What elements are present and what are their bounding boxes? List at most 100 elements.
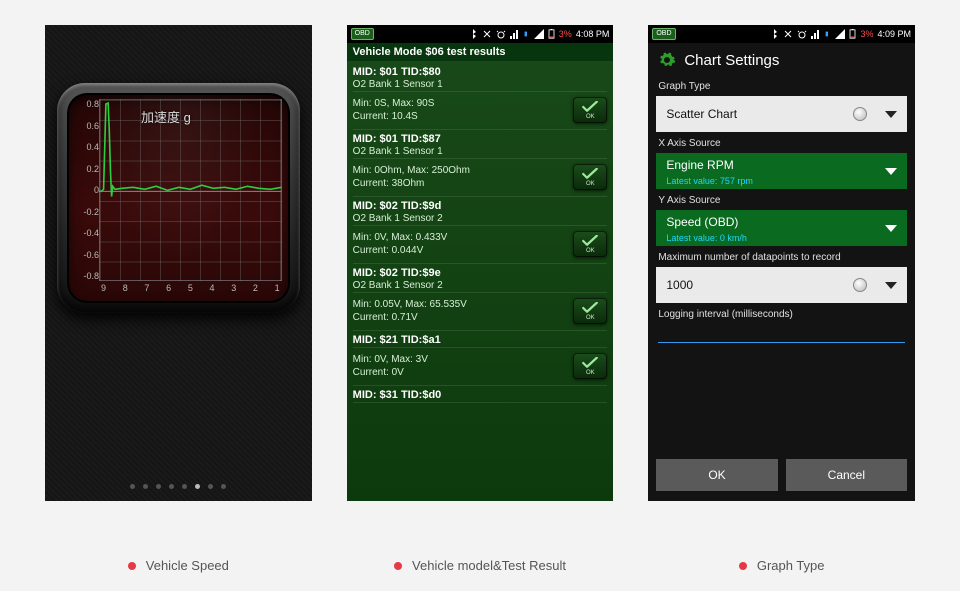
phone-3-chart-settings: OBD 3% 4:09 PM Chart Settings Graph Type…	[648, 25, 915, 501]
test-header[interactable]: MID: $21 TID:$a1	[353, 331, 608, 348]
y-tick: 0.2	[73, 164, 99, 174]
y-axis-spinner[interactable]: Speed (OBD) Latest value: 0 km/h	[656, 210, 907, 246]
y-tick: 0.4	[73, 142, 99, 152]
y-tick: -0.2	[73, 207, 99, 217]
ok-label: OK	[586, 181, 595, 187]
clock: 4:08 PM	[576, 29, 610, 39]
test-result-row[interactable]: Min: 0S, Max: 90SCurrent: 10.4SOK	[353, 92, 608, 130]
test-mid-tid: MID: $02 TID:$9d	[353, 200, 608, 212]
bullet-icon	[739, 562, 747, 570]
pager-dot[interactable]	[182, 484, 187, 489]
caption-phone-1: Vehicle Speed	[45, 558, 312, 573]
section-label-x-axis: X Axis Source	[648, 134, 915, 151]
test-current: Current: 38Ohm	[353, 177, 470, 190]
test-header[interactable]: MID: $01 TID:$87O2 Bank 1 Sensor 1	[353, 130, 608, 159]
test-header[interactable]: MID: $02 TID:$9dO2 Bank 1 Sensor 2	[353, 197, 608, 226]
pager-dot[interactable]	[169, 484, 174, 489]
y-tick: -0.4	[73, 228, 99, 238]
ok-label: OK	[586, 114, 595, 120]
alarm-icon	[496, 29, 506, 39]
check-icon	[581, 168, 599, 180]
caption-text: Graph Type	[757, 558, 825, 573]
test-header[interactable]: MID: $31 TID:$d0	[353, 386, 608, 403]
y-axis-latest: Latest value: 0 km/h	[666, 233, 747, 243]
test-mid-tid: MID: $01 TID:$80	[353, 66, 608, 78]
pager-dot[interactable]	[143, 484, 148, 489]
gauge-panel: 加速度 g 0.8 0.6 0.4 0.2 0 -0.2 -0.4 -0.6 -…	[67, 93, 290, 303]
test-result-row[interactable]: Min: 0V, Max: 3VCurrent: 0VOK	[353, 348, 608, 386]
caption-phone-2: Vehicle model&Test Result	[347, 558, 614, 573]
section-label-interval: Logging interval (milliseconds)	[648, 305, 915, 322]
test-subtitle: O2 Bank 1 Sensor 1	[353, 146, 608, 157]
section-label-graph-type: Graph Type	[648, 77, 915, 94]
battery-percent: 3%	[559, 29, 572, 39]
page-indicator[interactable]	[45, 484, 312, 489]
cancel-button[interactable]: Cancel	[786, 459, 907, 491]
test-header[interactable]: MID: $01 TID:$80O2 Bank 1 Sensor 1	[353, 63, 608, 92]
test-current: Current: 0.044V	[353, 244, 448, 257]
chevron-down-icon	[885, 282, 897, 289]
phone-1-vehicle-speed: 加速度 g 0.8 0.6 0.4 0.2 0 -0.2 -0.4 -0.6 -…	[45, 25, 312, 501]
pager-dot[interactable]	[195, 484, 200, 489]
obd-badge-icon: OBD	[351, 28, 374, 40]
ok-button[interactable]: OK	[656, 459, 777, 491]
battery-icon	[548, 29, 555, 39]
pager-dot[interactable]	[156, 484, 161, 489]
ok-badge: OK	[573, 97, 607, 123]
vibrate-icon	[482, 29, 492, 39]
bullet-icon	[394, 562, 402, 570]
ok-badge: OK	[573, 353, 607, 379]
pager-dot[interactable]	[208, 484, 213, 489]
x-tick: 8	[123, 283, 128, 297]
bullet-icon	[128, 562, 136, 570]
test-result-row[interactable]: Min: 0.05V, Max: 65.535VCurrent: 0.71VOK	[353, 293, 608, 331]
test-results-list[interactable]: MID: $01 TID:$80O2 Bank 1 Sensor 1Min: 0…	[347, 61, 614, 403]
y-axis-ticks: 0.8 0.6 0.4 0.2 0 -0.2 -0.4 -0.6 -0.8	[73, 99, 99, 281]
status-bar: OBD 3% 4:09 PM	[648, 25, 915, 43]
signal-icon	[510, 29, 520, 39]
ok-label: OK	[586, 248, 595, 254]
check-icon	[581, 357, 599, 369]
test-range: Min: 0S, Max: 90S	[353, 97, 435, 110]
check-icon	[581, 302, 599, 314]
chevron-down-icon	[885, 168, 897, 175]
battery-percent: 3%	[860, 29, 873, 39]
test-range: Min: 0V, Max: 0.433V	[353, 231, 448, 244]
max-points-value: 1000	[666, 278, 853, 292]
cell-icon	[534, 29, 544, 39]
test-subtitle: O2 Bank 1 Sensor 1	[353, 79, 608, 90]
captions-row: Vehicle Speed Vehicle model&Test Result …	[0, 558, 960, 573]
obd-badge-icon: OBD	[652, 28, 675, 40]
interval-input[interactable]	[658, 322, 905, 343]
check-icon	[581, 235, 599, 247]
test-subtitle: O2 Bank 1 Sensor 2	[353, 213, 608, 224]
test-header[interactable]: MID: $02 TID:$9eO2 Bank 1 Sensor 2	[353, 264, 608, 293]
vibrate-icon	[783, 29, 793, 39]
caption-text: Vehicle model&Test Result	[412, 558, 566, 573]
y-axis-value: Speed (OBD)	[666, 215, 885, 229]
test-result-row[interactable]: Min: 0V, Max: 0.433VCurrent: 0.044V OK	[353, 226, 608, 264]
screen-title: Vehicle Mode $06 test results	[347, 43, 614, 61]
x-tick: 5	[188, 283, 193, 297]
data-icon	[524, 29, 530, 39]
status-bar: OBD 3% 4:08 PM	[347, 25, 614, 43]
x-axis-ticks: 9 8 7 6 5 4 3 2 1	[101, 283, 280, 297]
section-label-y-axis: Y Axis Source	[648, 191, 915, 208]
y-tick: -0.8	[73, 271, 99, 281]
test-current: Current: 0.71V	[353, 311, 467, 324]
alarm-icon	[797, 29, 807, 39]
test-result-row[interactable]: Min: 0Ohm, Max: 250OhmCurrent: 38OhmOK	[353, 159, 608, 197]
phone-2-test-results: OBD 3% 4:08 PM Vehicle Mode $06 test res…	[347, 25, 614, 501]
max-points-spinner[interactable]: 1000	[656, 267, 907, 303]
y-tick: 0.8	[73, 99, 99, 109]
y-tick: -0.6	[73, 250, 99, 260]
dialog-header: Chart Settings	[648, 43, 915, 77]
x-axis-latest: Latest value: 757 rpm	[666, 176, 753, 186]
x-tick: 3	[231, 283, 236, 297]
pager-dot[interactable]	[130, 484, 135, 489]
ok-badge: OK	[573, 164, 607, 190]
x-axis-spinner[interactable]: Engine RPM Latest value: 757 rpm	[656, 153, 907, 189]
graph-type-spinner[interactable]: Scatter Chart	[656, 96, 907, 132]
x-tick: 2	[253, 283, 258, 297]
pager-dot[interactable]	[221, 484, 226, 489]
